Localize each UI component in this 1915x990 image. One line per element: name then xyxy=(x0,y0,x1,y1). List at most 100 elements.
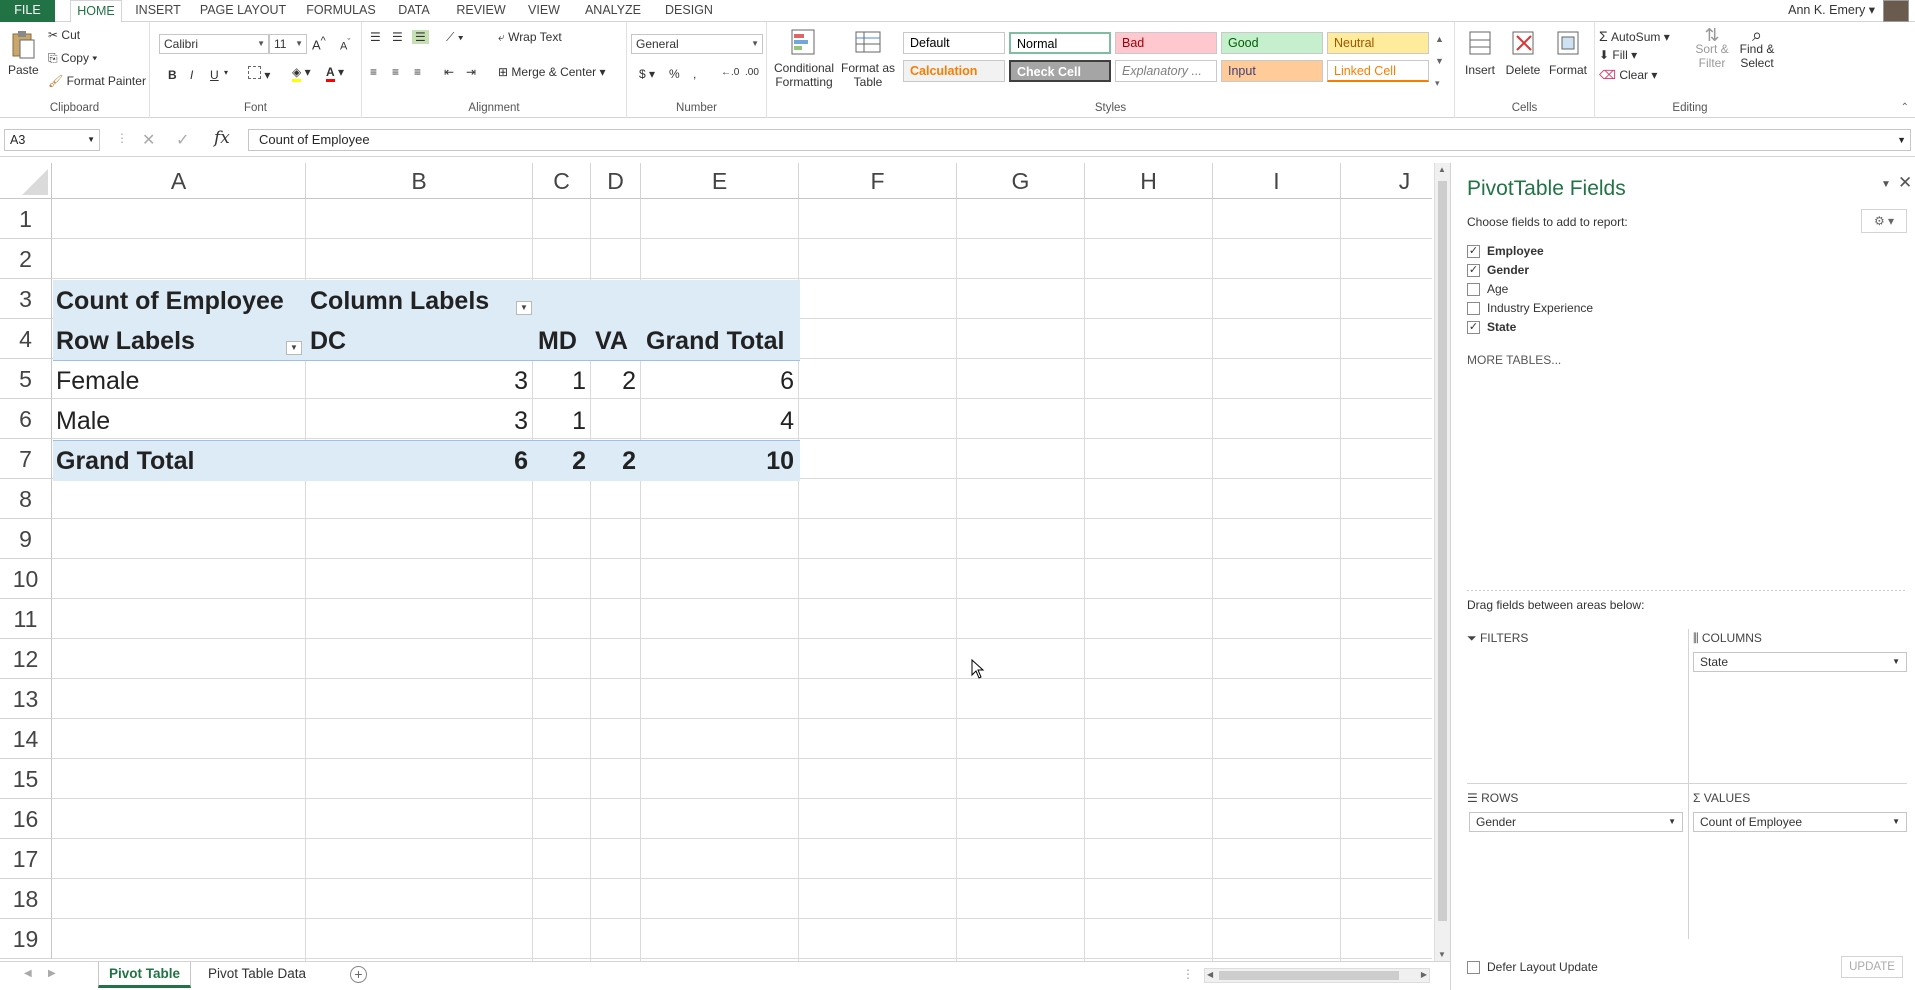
comma-button[interactable]: , xyxy=(693,67,696,81)
pane-splitter[interactable] xyxy=(1467,590,1907,591)
styles-scroll-icon[interactable]: ▲ ▼ ▾ xyxy=(1435,28,1444,94)
row-header-4[interactable]: 4 xyxy=(0,319,52,359)
field-label-employee[interactable]: Employee xyxy=(1487,244,1544,258)
value-female-total[interactable]: 6 xyxy=(642,361,794,401)
column-header-a[interactable]: A xyxy=(52,163,306,199)
field-checkbox-age[interactable] xyxy=(1467,283,1480,296)
orientation-icon[interactable]: ⟋ ▾ xyxy=(446,30,464,45)
split-handle-icon[interactable]: ⋮ xyxy=(1182,967,1194,981)
row-header-6[interactable]: 6 xyxy=(0,399,52,439)
insert-cells-button[interactable]: Insert xyxy=(1461,28,1499,77)
user-name[interactable]: Ann K. Emery ▾ xyxy=(1788,2,1875,17)
underline-dropdown[interactable]: ▾ xyxy=(224,68,228,77)
fill-color-button[interactable]: ◈ ▾ xyxy=(292,65,311,82)
grow-font-button[interactable]: A^ xyxy=(312,35,326,52)
row-header-8[interactable]: 8 xyxy=(0,479,52,519)
field-label-age[interactable]: Age xyxy=(1487,282,1508,296)
column-header-d[interactable]: D xyxy=(591,163,641,199)
value-male-va[interactable] xyxy=(592,401,636,441)
value-female-md[interactable]: 1 xyxy=(534,361,586,401)
horizontal-scroll-thumb[interactable] xyxy=(1219,971,1399,980)
row-header-10[interactable]: 10 xyxy=(0,559,52,599)
row-labels-filter-button[interactable]: ▼ xyxy=(286,341,302,355)
scroll-left-icon[interactable]: ◀ xyxy=(1207,970,1213,979)
column-header-h[interactable]: H xyxy=(1085,163,1213,199)
row-label-male[interactable]: Male xyxy=(56,401,110,441)
collapse-ribbon-icon[interactable]: ⌃ xyxy=(1901,102,1909,113)
style-calculation[interactable]: Calculation xyxy=(903,60,1005,82)
state-header-dc[interactable]: DC xyxy=(310,321,346,361)
shrink-font-button[interactable]: Aˇ xyxy=(340,37,350,53)
row-header-3[interactable]: 3 xyxy=(0,279,52,319)
row-header-19[interactable]: 19 xyxy=(0,919,52,959)
row-label-female[interactable]: Female xyxy=(56,361,139,401)
decrease-decimal-icon[interactable]: .00 xyxy=(745,67,759,78)
grand-total-header[interactable]: Grand Total xyxy=(646,321,784,361)
value-female-va[interactable]: 2 xyxy=(592,361,636,401)
field-label-industry-experience[interactable]: Industry Experience xyxy=(1487,301,1593,315)
column-header-e[interactable]: E xyxy=(641,163,799,199)
increase-indent-icon[interactable]: ⇥ xyxy=(466,65,476,79)
scroll-right-icon[interactable]: ▶ xyxy=(1421,970,1427,979)
percent-button[interactable]: % xyxy=(669,67,680,81)
vertical-scroll-thumb[interactable] xyxy=(1438,181,1447,921)
decrease-indent-icon[interactable]: ⇤ xyxy=(444,65,454,79)
field-label-gender[interactable]: Gender xyxy=(1487,263,1529,277)
style-input[interactable]: Input xyxy=(1221,60,1323,82)
column-header-c[interactable]: C xyxy=(533,163,591,199)
tab-formulas[interactable]: FORMULAS xyxy=(306,0,376,22)
conditional-formatting-button[interactable]: Conditional Formatting xyxy=(773,28,835,89)
cancel-icon[interactable]: ✕ xyxy=(142,130,155,150)
bold-button[interactable]: B xyxy=(168,68,177,82)
font-size-select[interactable]: 11 ▼ xyxy=(269,34,307,54)
value-male-total[interactable]: 4 xyxy=(642,401,794,441)
align-middle-icon[interactable]: ☰ xyxy=(392,30,403,44)
pane-settings-button[interactable]: ⚙ ▾ xyxy=(1861,209,1907,233)
defer-layout-checkbox[interactable] xyxy=(1467,961,1480,974)
name-box[interactable]: A3 ▼ xyxy=(4,129,100,151)
sheet-tab-pivot-table[interactable]: Pivot Table xyxy=(98,962,192,988)
state-header-md[interactable]: MD xyxy=(538,321,577,361)
row-header-5[interactable]: 5 xyxy=(0,359,52,399)
style-explanatory[interactable]: Explanatory ... xyxy=(1115,60,1217,82)
tab-file[interactable]: FILE xyxy=(0,0,55,22)
tab-view[interactable]: VIEW xyxy=(524,0,564,22)
grand-total-row-label[interactable]: Grand Total xyxy=(56,441,194,481)
format-painter-button[interactable]: 🖌 Format Painter xyxy=(48,74,146,88)
column-labels-header[interactable]: Column Labels xyxy=(310,281,489,321)
align-top-icon[interactable]: ☰ xyxy=(370,30,381,44)
column-header-f[interactable]: F xyxy=(799,163,957,199)
italic-button[interactable]: I xyxy=(190,68,193,82)
tab-design[interactable]: DESIGN xyxy=(662,0,716,22)
column-labels-filter-button[interactable]: ▼ xyxy=(516,301,532,315)
state-header-va[interactable]: VA xyxy=(595,321,628,361)
columns-field-state[interactable]: State ▼ xyxy=(1693,652,1907,672)
column-header-g[interactable]: G xyxy=(957,163,1085,199)
paste-button[interactable]: Paste xyxy=(8,30,39,77)
field-checkbox-state[interactable]: ✓ xyxy=(1467,321,1480,334)
style-bad[interactable]: Bad xyxy=(1115,32,1217,54)
field-label-state[interactable]: State xyxy=(1487,320,1516,334)
copy-button[interactable]: ⎘ Copy ▾ xyxy=(48,51,97,66)
tab-analyze[interactable]: ANALYZE xyxy=(582,0,644,22)
clear-button[interactable]: ⌫ Clear ▾ xyxy=(1599,68,1657,82)
style-default[interactable]: Default xyxy=(903,32,1005,54)
pivot-corner-label[interactable]: Count of Employee xyxy=(56,281,284,321)
row-header-18[interactable]: 18 xyxy=(0,879,52,919)
pane-options-dropdown-icon[interactable]: ▼ xyxy=(1881,179,1891,190)
tab-page-layout[interactable]: PAGE LAYOUT xyxy=(198,0,288,22)
font-color-button[interactable]: A ▾ xyxy=(326,65,344,82)
row-labels-header[interactable]: Row Labels xyxy=(56,321,195,361)
align-bottom-icon[interactable]: ☰ xyxy=(412,30,429,44)
tab-home[interactable]: HOME xyxy=(70,0,122,23)
row-header-11[interactable]: 11 xyxy=(0,599,52,639)
scroll-up-icon[interactable]: ▲ xyxy=(1438,165,1446,174)
value-male-md[interactable]: 1 xyxy=(534,401,586,441)
sort-filter-button[interactable]: ⇅ Sort & Filter xyxy=(1691,26,1733,70)
tab-review[interactable]: REVIEW xyxy=(453,0,509,22)
next-sheet-icon[interactable]: ▶ xyxy=(48,968,56,979)
row-header-16[interactable]: 16 xyxy=(0,799,52,839)
row-header-13[interactable]: 13 xyxy=(0,679,52,719)
grand-total-va[interactable]: 2 xyxy=(592,441,636,481)
select-all-corner[interactable] xyxy=(0,163,52,199)
